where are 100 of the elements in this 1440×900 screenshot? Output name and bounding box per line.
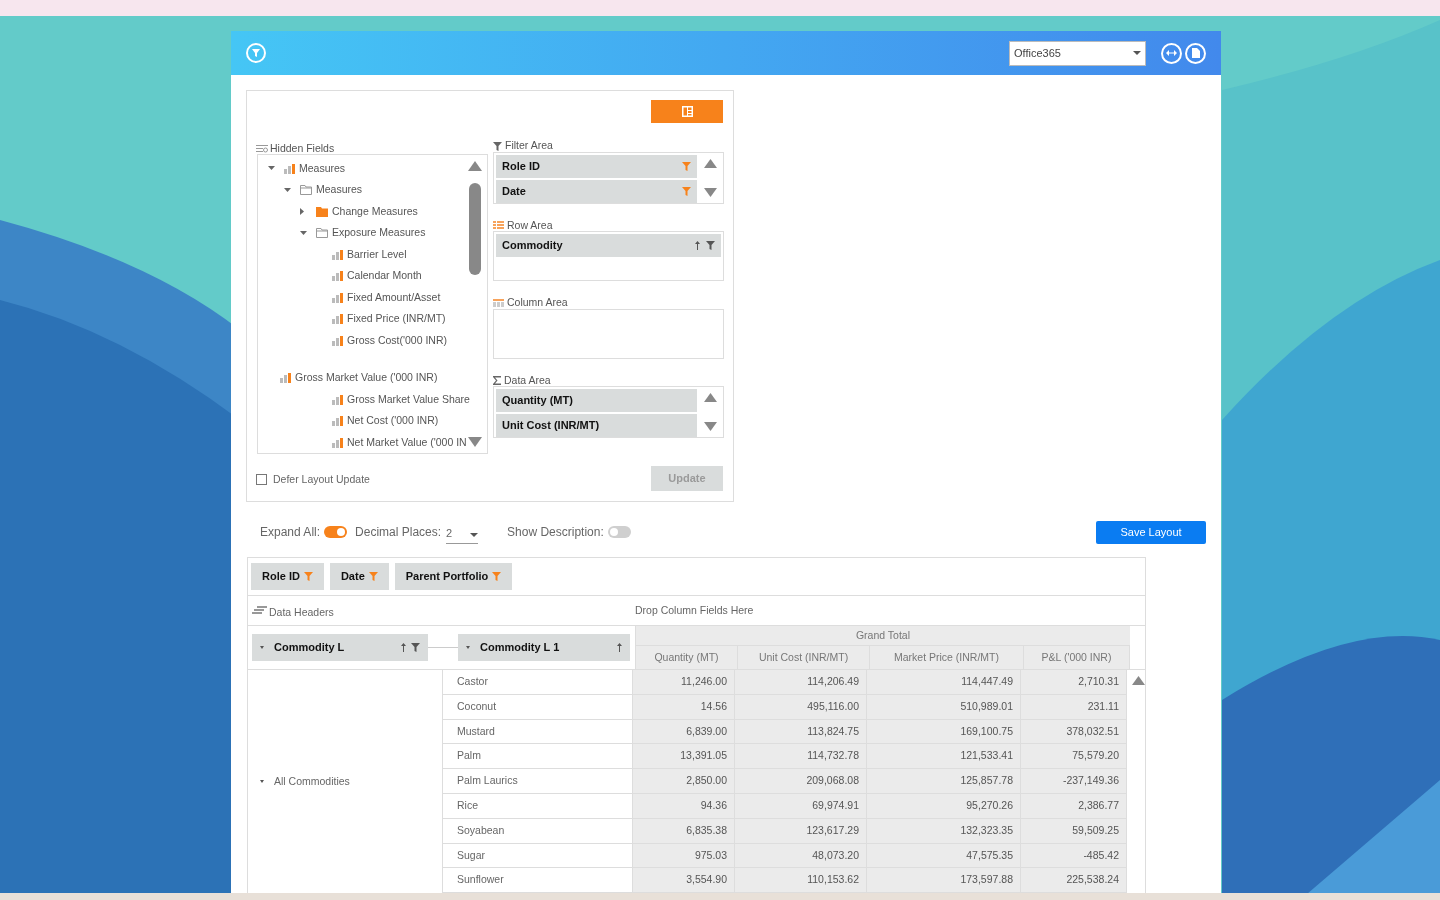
bar-chart-icon xyxy=(332,292,343,303)
tree-item[interactable]: Measures xyxy=(316,182,363,199)
fields-icon xyxy=(256,144,268,153)
folder-icon xyxy=(300,185,312,196)
table-cell: 69,974.91 xyxy=(735,794,867,818)
decimal-select[interactable]: 2 xyxy=(446,520,479,544)
column-header: Quantity (MT) xyxy=(636,646,738,669)
document-icon xyxy=(1191,48,1200,58)
tree-item[interactable]: Net Market Value ('000 IN xyxy=(347,434,467,451)
bar-chart-icon xyxy=(332,437,343,448)
table-cell: 225,538.24 xyxy=(1021,868,1127,893)
document-button[interactable] xyxy=(1185,42,1206,64)
field-chip[interactable]: Unit Cost (INR/MT) xyxy=(496,414,697,437)
field-name: Role ID xyxy=(502,158,541,174)
table-cell: 114,447.49 xyxy=(867,670,1021,694)
dropdown[interactable]: Office365 xyxy=(1009,40,1146,66)
table-cell: 169,100.75 xyxy=(867,719,1021,744)
table-cell: 123,617.29 xyxy=(735,818,867,843)
tree-item[interactable]: Fixed Price (INR/MT) xyxy=(347,311,446,328)
checkbox-label: Defer Layout Update xyxy=(273,472,370,487)
scroll-down-icon xyxy=(704,187,717,197)
table-cell: 11,246.00 xyxy=(633,670,735,694)
tree-item[interactable]: Fixed Amount/Asset xyxy=(347,289,441,306)
scroll-down-icon xyxy=(468,437,482,447)
option-label: Expand All: xyxy=(260,524,321,541)
tree-item[interactable]: Exposure Measures xyxy=(332,225,426,242)
field-chip[interactable]: Commodity L 1 xyxy=(458,634,630,661)
table-cell: 6,835.38 xyxy=(633,818,735,843)
filter-icon xyxy=(368,572,378,581)
table-cell: 173,597.88 xyxy=(867,868,1021,893)
expand-button[interactable] xyxy=(1161,42,1182,64)
tree-item[interactable]: Calendar Month xyxy=(347,268,422,285)
field-chip[interactable]: Date xyxy=(496,179,697,203)
field-chip[interactable]: Quantity (MT) xyxy=(496,389,697,412)
table-cell: 975.03 xyxy=(633,843,735,868)
tree-item[interactable]: Net Cost ('000 INR) xyxy=(347,413,439,430)
column-header: Grand Total xyxy=(636,626,1130,646)
field-chip[interactable]: Commodity L xyxy=(252,634,428,661)
scroll-up-icon xyxy=(1132,676,1145,685)
table-cell: 59,509.25 xyxy=(1021,818,1127,843)
field-chip[interactable]: Role ID xyxy=(251,563,324,590)
sort-icon xyxy=(617,643,622,652)
table-cell: 75,579.20 xyxy=(1021,744,1127,769)
table-cell: 110,153.62 xyxy=(735,868,867,893)
field-chip[interactable]: Parent Portfolio xyxy=(394,563,513,590)
data-headers-icon xyxy=(252,605,267,616)
checkbox[interactable] xyxy=(256,474,267,486)
rows-icon xyxy=(493,221,504,230)
table-cell: 132,323.35 xyxy=(867,818,1021,843)
table-cell: 510,989.01 xyxy=(867,694,1021,719)
column-header: P&L ('000 INR) xyxy=(1024,646,1130,669)
tree-item[interactable]: Gross Market Value ('000 INR) xyxy=(295,370,438,387)
caret-icon xyxy=(260,646,264,649)
filter-icon xyxy=(303,572,313,581)
tree-item[interactable]: Measures xyxy=(299,160,346,177)
caret-icon xyxy=(470,533,479,537)
field-chip[interactable]: Commodity xyxy=(496,234,721,257)
table-cell: -485.42 xyxy=(1021,843,1127,868)
layout-icon xyxy=(681,106,693,117)
toggle-switch[interactable] xyxy=(607,526,631,538)
field-name: Parent Portfolio xyxy=(405,569,489,585)
tree-item[interactable]: Barrier Level xyxy=(347,246,407,263)
tree-item[interactable]: Gross Market Value Share xyxy=(347,391,470,408)
tree-item[interactable]: Change Measures xyxy=(332,203,418,220)
columns-icon xyxy=(493,298,504,308)
field-chip[interactable]: Date xyxy=(329,563,389,590)
bar-chart-icon xyxy=(280,373,291,384)
drop-zone-label: Drop Column Fields Here xyxy=(635,602,754,618)
field-name: Quantity (MT) xyxy=(502,393,574,409)
table-cell: 378,032.51 xyxy=(1021,719,1127,744)
table-cell: 2,710.31 xyxy=(1021,670,1127,694)
bar-chart-icon xyxy=(332,249,343,260)
table-cell: 94.36 xyxy=(633,794,735,818)
table-cell: 125,857.78 xyxy=(867,769,1021,793)
bar-chart-icon xyxy=(332,314,343,325)
table-cell: 48,073.20 xyxy=(735,843,867,868)
field-name: Date xyxy=(502,183,527,199)
filter-area-icon xyxy=(493,141,502,151)
option-label: Decimal Places: xyxy=(355,524,442,541)
bar-chart-icon xyxy=(332,335,343,346)
layout-button[interactable] xyxy=(651,100,723,123)
table-cell: 121,533.41 xyxy=(867,744,1021,769)
table-cell: 47,575.35 xyxy=(867,843,1021,868)
filter-icon xyxy=(492,572,502,581)
toggle-switch[interactable] xyxy=(324,526,348,538)
table-cell: 2,850.00 xyxy=(633,769,735,793)
table-cell: 13,391.05 xyxy=(633,744,735,769)
arrows-icon xyxy=(1166,50,1177,56)
sort-icon xyxy=(695,241,700,250)
field-name: Commodity L 1 xyxy=(480,640,561,656)
scroll-down-icon xyxy=(704,422,717,431)
tree-item[interactable]: Gross Cost('000 INR) xyxy=(347,332,448,349)
field-name: Commodity xyxy=(502,238,564,254)
section-label: Data Area xyxy=(504,374,551,385)
section-label: Data Headers xyxy=(269,604,334,620)
field-name: Date xyxy=(340,569,365,585)
filter-button[interactable] xyxy=(246,43,266,63)
column-header: Market Price (INR/MT) xyxy=(870,646,1024,669)
field-chip[interactable]: Role ID xyxy=(496,154,697,178)
save-layout-button[interactable]: Save Layout xyxy=(1096,521,1206,544)
